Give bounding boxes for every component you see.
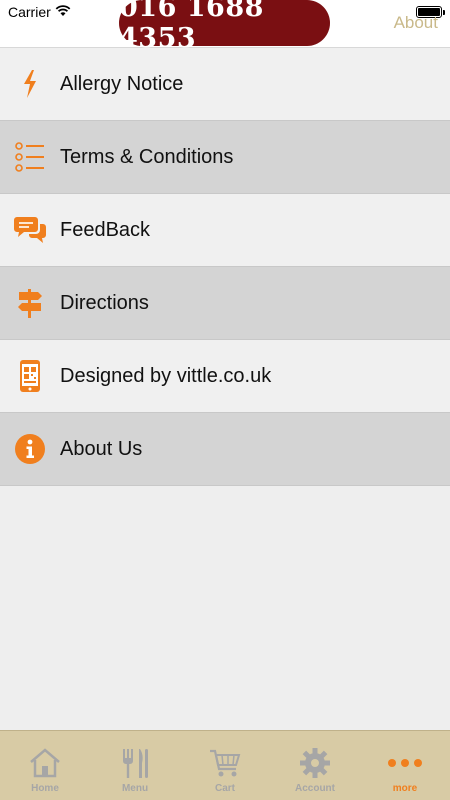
tab-cart[interactable]: Cart — [180, 731, 270, 800]
menu-item-allergy-notice[interactable]: Allergy Notice — [0, 48, 450, 121]
tab-label: Cart — [214, 783, 235, 794]
about-link[interactable]: About — [394, 13, 438, 33]
phone-number-badge[interactable]: 016 1688 4353 — [119, 0, 330, 54]
menu-item-feedback[interactable]: FeedBack — [0, 194, 450, 267]
info-icon — [0, 413, 60, 486]
menu-item-label: Directions — [60, 291, 149, 314]
cart-icon — [209, 745, 241, 781]
tab-bar: Home Menu Cart Account more — [0, 730, 450, 800]
menu-item-directions[interactable]: Directions — [0, 267, 450, 340]
menu-item-about-us[interactable]: About Us — [0, 413, 450, 486]
tab-label: more — [392, 783, 418, 794]
menu-item-label: About Us — [60, 437, 143, 460]
tab-label: Menu — [121, 783, 149, 794]
tab-more[interactable]: more — [360, 731, 450, 800]
list-icon — [0, 121, 60, 194]
tab-label: Home — [31, 783, 59, 794]
chat-bubbles-icon — [0, 194, 60, 267]
tab-label: Account — [295, 783, 335, 794]
more-menu-list: Allergy Notice Terms & Conditions FeedBa — [0, 48, 450, 486]
signpost-icon — [0, 267, 60, 340]
more-dots-icon — [387, 745, 423, 781]
home-icon — [29, 745, 61, 781]
menu-item-label: Allergy Notice — [60, 72, 184, 95]
phone-qr-icon — [0, 340, 60, 413]
menu-item-label: Terms & Conditions — [60, 145, 234, 168]
header-bar: Carrier 11:34 AM 016 1688 4353 About — [0, 0, 450, 54]
cutlery-icon — [120, 745, 150, 781]
lightning-icon — [0, 48, 60, 121]
menu-item-label: FeedBack — [60, 218, 151, 241]
gear-icon — [299, 745, 331, 781]
menu-item-designed-by[interactable]: Designed by vittle.co.uk — [0, 340, 450, 413]
menu-item-label: Designed by vittle.co.uk — [60, 364, 272, 387]
tab-account[interactable]: Account — [270, 731, 360, 800]
tab-home[interactable]: Home — [0, 731, 90, 800]
tab-menu[interactable]: Menu — [90, 731, 180, 800]
menu-item-terms-conditions[interactable]: Terms & Conditions — [0, 121, 450, 194]
